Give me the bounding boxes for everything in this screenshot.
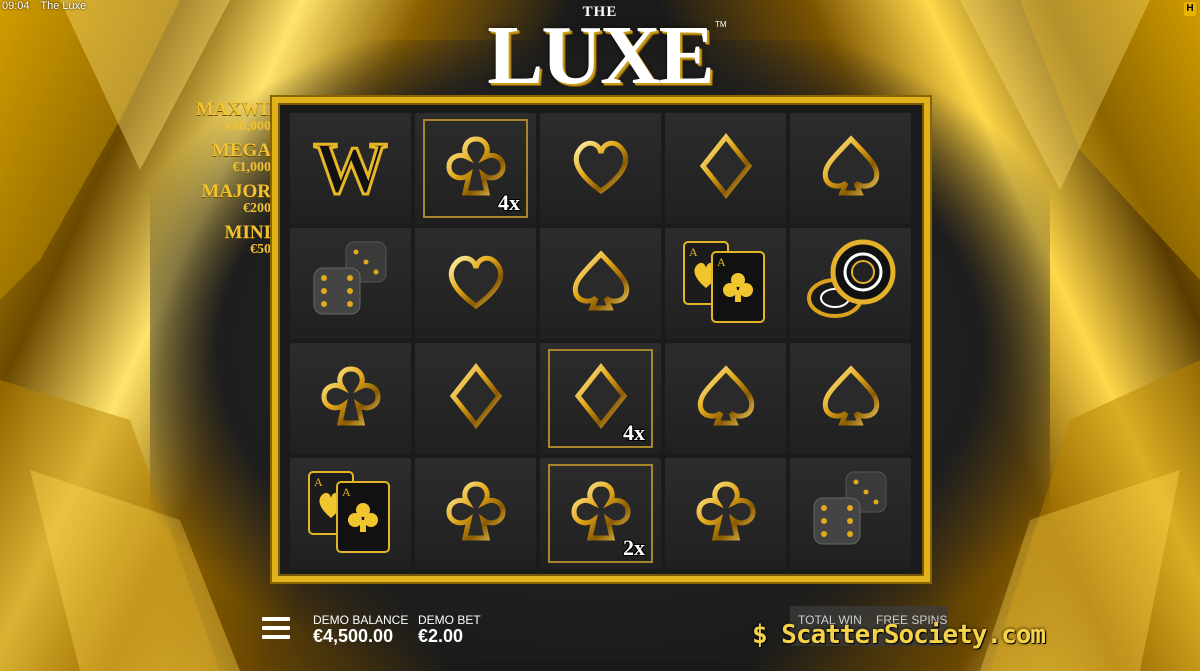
clock: 09:04 (2, 0, 30, 12)
bet-value[interactable]: €2.00 (418, 626, 463, 647)
watermark: $ ScatterSociety.com (752, 620, 1046, 650)
wild-w-icon: W (312, 127, 389, 210)
reel-cell (665, 458, 786, 569)
jackpot-value: €1,000 (232, 160, 272, 175)
balance-label: DEMO BALANCE (313, 613, 409, 627)
reel-cell (415, 343, 536, 454)
jackpot-list: MAXWIN €40,000 MEGA €1,000 MAJOR €200 MI… (196, 99, 282, 264)
multiplier-badge: 4x (498, 190, 520, 215)
club-icon (316, 361, 386, 436)
spade-icon (816, 361, 886, 436)
reel-grid: W 4x A A 4x A A 2x (290, 113, 911, 569)
chips-icon (803, 236, 899, 331)
spade-icon (816, 131, 886, 206)
app-title: The Luxe (40, 0, 87, 12)
reel-cell: 4x (540, 343, 661, 454)
reel-frame: W 4x A A 4x A A 2x (272, 97, 930, 582)
reel-cell (790, 228, 911, 339)
diamond-icon (441, 361, 511, 436)
jackpot-name: MINI (224, 222, 271, 243)
trademark-mark: TM (715, 20, 727, 29)
reel-cell: 2x (540, 458, 661, 569)
svg-text:A: A (689, 245, 698, 259)
dice-icon (306, 236, 396, 331)
svg-text:A: A (717, 255, 726, 269)
reel-cell (540, 113, 661, 224)
jackpot-name: MAJOR (201, 181, 271, 202)
reel-cell (290, 343, 411, 454)
jackpot-value: €40,000 (225, 119, 272, 134)
multiplier-badge: 2x (623, 535, 645, 560)
menu-hamburger-icon[interactable] (262, 617, 290, 641)
cards-icon: AA (678, 236, 774, 331)
reel-cell (790, 458, 911, 569)
multiplier-badge: 4x (623, 420, 645, 445)
dice-icon (806, 466, 896, 561)
club-icon (691, 476, 761, 551)
status-bar: 09:04 The Luxe (2, 0, 94, 12)
heart-icon (566, 131, 636, 206)
reel-cell (790, 343, 911, 454)
jackpot-mini: MINI €50 (196, 223, 271, 258)
spade-icon (691, 361, 761, 436)
provider-logo-icon[interactable]: H (1184, 2, 1196, 16)
reel-cell: AA (665, 228, 786, 339)
reel-cell (415, 458, 536, 569)
jackpot-name: MEGA (211, 140, 271, 161)
reel-cell: AA (290, 458, 411, 569)
reel-cell (290, 228, 411, 339)
jackpot-value: €200 (243, 201, 271, 216)
jackpot-major: MAJOR €200 (196, 182, 271, 217)
reel-cell (790, 113, 911, 224)
spade-icon (566, 246, 636, 321)
reel-cell (415, 228, 536, 339)
jackpot-name: MAXWIN (196, 99, 282, 120)
svg-text:A: A (314, 475, 323, 489)
reel-cell: 4x (415, 113, 536, 224)
reel-cell (540, 228, 661, 339)
balance-value: €4,500.00 (313, 626, 394, 646)
jackpot-mega: MEGA €1,000 (196, 141, 271, 176)
game-title: LUXE (487, 9, 714, 102)
cards-icon: AA (303, 466, 399, 561)
reel-cell (665, 343, 786, 454)
svg-text:A: A (342, 485, 351, 499)
jackpot-value: €50 (250, 242, 271, 257)
bet-label: DEMO BET (418, 613, 481, 627)
club-icon (441, 476, 511, 551)
jackpot-maxwin: MAXWIN €40,000 (196, 99, 282, 135)
reel-cell (665, 113, 786, 224)
diamond-icon (691, 131, 761, 206)
heart-icon (441, 246, 511, 321)
reel-cell: W (290, 113, 411, 224)
